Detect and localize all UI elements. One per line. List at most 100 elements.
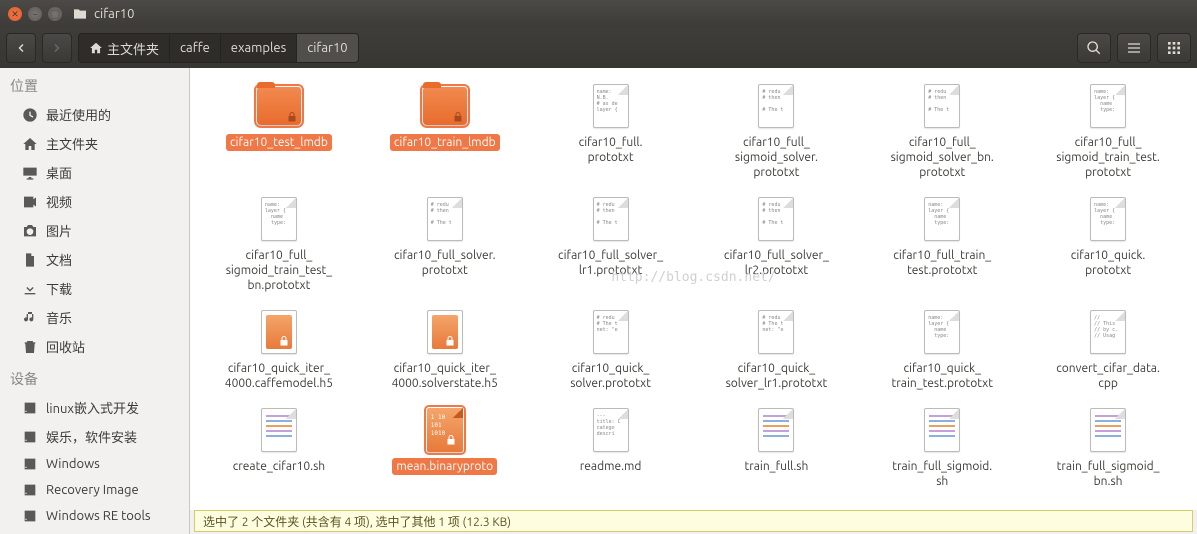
doc-icon: # redu # The t net: "e (587, 308, 635, 356)
forward-button[interactable] (42, 33, 72, 63)
sidebar-item[interactable]: 回收站 (0, 332, 189, 361)
document-icon (22, 252, 38, 268)
sidebar-item-label: 桌面 (46, 163, 72, 182)
file-name-label: cifar10_train_lmdb (390, 134, 500, 151)
file-name-label: cifar10_quick_ train_test.prototxt (888, 360, 997, 392)
file-item[interactable]: name: layer { name type: cifar10_quick_ t… (861, 306, 1023, 394)
sidebar-item[interactable]: 文档 (0, 245, 189, 274)
sidebar-item[interactable]: 新加卷 (0, 529, 189, 534)
file-item[interactable]: name: layer { name type:cifar10_quick. p… (1027, 193, 1189, 296)
script-icon (918, 406, 966, 454)
file-item[interactable]: # redu # then # The tcifar10_full_solver… (695, 193, 857, 296)
file-item[interactable]: name: N.B. # as de layer { cifar10_full. … (530, 80, 692, 183)
file-item[interactable]: cifar10_quick_iter_ 4000.solverstate.h5 (364, 306, 526, 394)
video-icon (22, 194, 38, 210)
folder-icon (72, 6, 88, 22)
sidebar-item[interactable]: 最近使用的 (0, 100, 189, 129)
search-button[interactable] (1077, 33, 1111, 63)
view-grid-button[interactable] (1157, 33, 1191, 63)
file-name-label: cifar10_full_ sigmoid_solver. prototxt (731, 134, 822, 181)
sidebar-item[interactable]: Recovery Image (0, 477, 189, 503)
sidebar-item[interactable]: 桌面 (0, 158, 189, 187)
file-name-label: cifar10_full_solver. prototxt (390, 247, 500, 279)
status-bar: 选中了 2 个文件夹 (共含有 4 项), 选中了其他 1 项 (12.3 KB… (194, 510, 1193, 532)
file-name-label: cifar10_full_ sigmoid_train_test. protot… (1052, 134, 1164, 181)
file-item[interactable]: # redu # then # The tcifar10_full_solver… (364, 193, 526, 296)
sidebar-item[interactable]: 音乐 (0, 303, 189, 332)
file-item[interactable]: # redu # then # The tcifar10_full_solver… (530, 193, 692, 296)
file-item[interactable]: train_full_sigmoid. sh (861, 404, 1023, 492)
model-icon (421, 308, 469, 356)
file-item[interactable]: // // This // by c. // Usag convert_cifar… (1027, 306, 1189, 394)
file-name-label: cifar10_quick. prototxt (1067, 247, 1150, 279)
sidebar-item[interactable]: 视频 (0, 187, 189, 216)
file-item[interactable]: cifar10_test_lmdb (198, 80, 360, 183)
file-item[interactable]: # redu # The t net: "e cifar10_quick_ sol… (695, 306, 857, 394)
file-item[interactable]: --- title: C catego descrireadme.md (530, 404, 692, 492)
breadcrumb-item[interactable]: examples (221, 34, 297, 62)
file-name-label: train_full_sigmoid. sh (888, 458, 996, 490)
view-list-button[interactable] (1117, 33, 1151, 63)
file-item[interactable]: create_cifar10.sh (198, 404, 360, 492)
sidebar-item[interactable]: 下载 (0, 274, 189, 303)
sidebar-item[interactable]: Windows (0, 451, 189, 477)
sidebar-item-label: Recovery Image (46, 483, 139, 497)
folder-icon (421, 82, 469, 130)
doc-icon: # redu # then # The t (918, 82, 966, 130)
breadcrumb-item[interactable]: caffe (170, 34, 221, 62)
sidebar-item-label: 最近使用的 (46, 105, 111, 124)
window-maximize-button[interactable]: ▢ (48, 7, 62, 21)
window-title: cifar10 (94, 7, 134, 21)
window-minimize-button[interactable]: − (28, 7, 42, 21)
file-item[interactable]: name: layer { name type:cifar10_full_ si… (198, 193, 360, 296)
sidebar-item[interactable]: 娱乐，软件安装 (0, 422, 189, 451)
file-item[interactable]: train_full_sigmoid_ bn.sh (1027, 404, 1189, 492)
file-name-label: train_full_sigmoid_ bn.sh (1053, 458, 1164, 490)
file-item[interactable]: name: layer { name type:cifar10_full_tra… (861, 193, 1023, 296)
file-item[interactable]: # redu # then # The tcifar10_full_ sigmo… (695, 80, 857, 183)
file-name-label: cifar10_test_lmdb (226, 134, 332, 151)
doc-icon: // // This // by c. // Usag (1084, 308, 1132, 356)
doc-icon: name: layer { name type: (918, 308, 966, 356)
sidebar-item[interactable]: 主文件夹 (0, 129, 189, 158)
back-button[interactable] (6, 33, 36, 63)
hdd-icon (22, 429, 38, 445)
download-icon (22, 281, 38, 297)
file-item[interactable]: name: layer { name type:cifar10_full_ si… (1027, 80, 1189, 183)
file-item[interactable]: 1 10 101 1010mean.binaryproto (364, 404, 526, 492)
home-icon (22, 136, 38, 152)
file-name-label: create_cifar10.sh (229, 458, 329, 475)
file-item[interactable]: # redu # then # The tcifar10_full_ sigmo… (861, 80, 1023, 183)
sidebar-item-label: 文档 (46, 250, 72, 269)
doc-icon: name: N.B. # as de layer { (587, 82, 635, 130)
sidebar-item-label: 音乐 (46, 308, 72, 327)
sidebar-item[interactable]: 图片 (0, 216, 189, 245)
trash-icon (22, 339, 38, 355)
folder-icon (255, 82, 303, 130)
clock-icon (22, 107, 38, 123)
file-item[interactable]: cifar10_train_lmdb (364, 80, 526, 183)
sidebar-item[interactable]: linux嵌入式开发 (0, 393, 189, 422)
file-item[interactable]: # redu # The t net: "e cifar10_quick_ sol… (530, 306, 692, 394)
file-name-label: train_full.sh (740, 458, 812, 475)
title-bar: ✕ − ▢ cifar10 (0, 0, 1197, 28)
sidebar-item-label: 主文件夹 (46, 134, 98, 153)
file-name-label: cifar10_quick_ solver_lr1.prototxt (722, 360, 832, 392)
hdd-icon (22, 508, 38, 524)
script-icon (752, 406, 800, 454)
breadcrumb-item[interactable]: cifar10 (297, 34, 357, 62)
file-name-label: mean.binaryproto (392, 458, 497, 475)
music-icon (22, 310, 38, 326)
file-name-label: cifar10_quick_ solver.prototxt (566, 360, 655, 392)
hdd-icon (22, 482, 38, 498)
sidebar-item-label: Windows (46, 457, 100, 471)
file-item[interactable]: cifar10_quick_iter_ 4000.caffemodel.h5 (198, 306, 360, 394)
sidebar-item[interactable]: Windows RE tools (0, 503, 189, 529)
doc-icon: # redu # The t net: "e (752, 308, 800, 356)
window-close-button[interactable]: ✕ (8, 7, 22, 21)
file-name-label: cifar10_full. prototxt (575, 134, 647, 166)
file-item[interactable] (198, 502, 360, 510)
breadcrumb-item[interactable]: 主文件夹 (79, 34, 170, 62)
file-item[interactable]: train_full.sh (695, 404, 857, 492)
file-name-label: convert_cifar_data. cpp (1052, 360, 1164, 392)
